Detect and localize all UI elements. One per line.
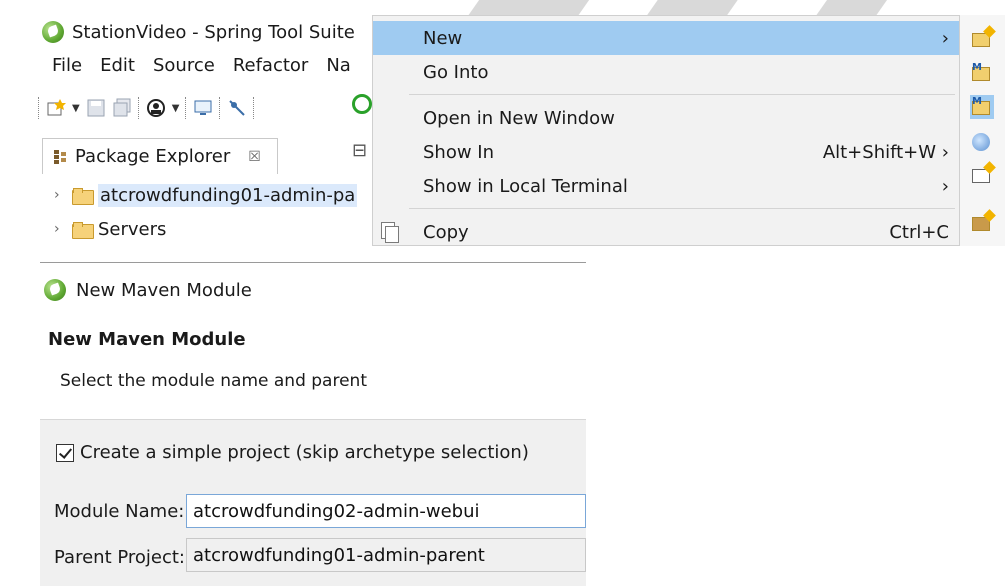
main-toolbar: ▼ ▼ (38, 92, 255, 124)
menu-item-shortcut: Ctrl+C (889, 221, 949, 243)
module-name-row: Module Name: (54, 494, 200, 528)
run-target-icon[interactable] (146, 98, 166, 118)
menu-item-label: Show In (423, 141, 495, 163)
package-explorer-icon (54, 149, 66, 164)
menu-item-label: Open in New Window (423, 107, 615, 129)
spring-logo-icon (42, 21, 64, 43)
parent-project-input[interactable] (186, 538, 586, 572)
toolbar-separator (219, 97, 221, 119)
web-project-icon[interactable] (970, 129, 994, 153)
window-title: StationVideo - Spring Tool Suite (72, 21, 355, 43)
dialog-body: Create a simple project (skip archetype … (40, 419, 586, 586)
folder-icon (72, 221, 94, 239)
new-wizard-icon[interactable] (46, 98, 66, 118)
close-tab-icon[interactable]: ☒ (248, 149, 261, 165)
ide-window: StationVideo - Spring Tool Suite File Ed… (0, 0, 372, 246)
parent-project-label: Parent Project: (54, 546, 185, 568)
menu-separator (409, 94, 955, 95)
submenu-arrow-icon: › (941, 141, 949, 163)
toolbar-separator (253, 97, 255, 119)
skip-breakpoints-icon[interactable] (227, 98, 247, 118)
menu-item-label: Copy (423, 221, 469, 243)
menu-item-label: Go Into (423, 61, 489, 83)
tree-item-servers[interactable]: › Servers (54, 212, 357, 246)
simple-project-label: Create a simple project (skip archetype … (80, 442, 529, 463)
tree-item-admin-parent[interactable]: › atcrowdfunding01-admin-pa (54, 178, 358, 212)
new-project-icon[interactable] (970, 25, 996, 51)
menu-item-label: New (423, 27, 463, 49)
new-package-icon[interactable] (970, 209, 996, 235)
menu-source[interactable]: Source (151, 53, 217, 78)
menu-item-show-in[interactable]: Show In Alt+Shift+W › (373, 135, 959, 169)
menu-separator (409, 208, 955, 209)
monitor-icon[interactable] (193, 98, 213, 118)
window-titlebar: StationVideo - Spring Tool Suite (42, 18, 355, 46)
save-all-icon[interactable] (112, 98, 132, 118)
chevron-right-icon[interactable]: › (54, 221, 66, 237)
menu-edit[interactable]: Edit (98, 53, 137, 78)
menu-item-show-in-local-terminal[interactable]: Show in Local Terminal › (373, 169, 959, 203)
dialog-titlebar: New Maven Module (44, 277, 252, 303)
menu-navigate[interactable]: Na (324, 53, 353, 78)
toolbar-separator (185, 97, 187, 119)
new-dropdown-icon[interactable]: ▼ (72, 103, 80, 114)
new-maven-module-dialog: New Maven Module New Maven Module Select… (40, 262, 586, 586)
dialog-heading: New Maven Module (48, 329, 246, 350)
menu-item-go-into[interactable]: Go Into (373, 55, 959, 89)
tree-item-label: atcrowdfunding01-admin-pa (98, 183, 358, 207)
simple-project-option[interactable]: Create a simple project (skip archetype … (56, 442, 529, 463)
copy-icon (381, 222, 399, 243)
toolbar-separator (137, 97, 140, 119)
shortcut-text: Alt+Shift+W (822, 141, 937, 163)
run-dropdown-icon[interactable]: ▼ (172, 103, 180, 114)
menu-refactor[interactable]: Refactor (231, 53, 311, 78)
submenu-arrow-icon: › (941, 175, 949, 197)
menu-bar: File Edit Source Refactor Na (50, 53, 353, 78)
menu-item-new[interactable]: New › (373, 21, 959, 55)
spring-logo-icon (44, 279, 66, 301)
dialog-description: Select the module name and parent (60, 371, 367, 391)
menu-file[interactable]: File (50, 53, 84, 78)
maven-module-icon[interactable]: M (970, 95, 994, 119)
collapse-all-icon[interactable]: ⊟ (352, 140, 367, 161)
boot-dashboard-icon[interactable] (352, 94, 372, 114)
dialog-window-title: New Maven Module (76, 279, 252, 301)
menu-item-open-in-new-window[interactable]: Open in New Window (373, 101, 959, 135)
module-name-label: Module Name: (54, 500, 185, 522)
submenu-icon-strip: M M (960, 15, 1005, 246)
tab-package-explorer[interactable]: Package Explorer ☒ (42, 138, 278, 174)
project-tree: › atcrowdfunding01-admin-pa › Servers (54, 178, 358, 246)
parent-project-row: Parent Project: (54, 540, 200, 574)
chevron-right-icon[interactable]: › (54, 187, 66, 203)
submenu-arrow-icon: › (941, 27, 949, 49)
maven-project-icon[interactable]: M (970, 61, 994, 85)
module-name-input[interactable] (186, 494, 586, 528)
simple-project-checkbox[interactable] (56, 443, 74, 462)
tree-item-label: Servers (98, 218, 167, 240)
new-file-icon[interactable] (970, 161, 996, 187)
menu-item-copy[interactable]: Copy Ctrl+C (373, 215, 959, 245)
save-icon[interactable] (86, 98, 106, 118)
maven-project-icon (72, 187, 94, 205)
menu-item-shortcut: Alt+Shift+W › (823, 142, 949, 163)
toolbar-separator (38, 97, 40, 119)
context-menu: New › Go Into Open in New Window Show In… (372, 15, 960, 246)
menu-item-label: Show in Local Terminal (423, 175, 628, 197)
tab-package-explorer-label: Package Explorer (75, 146, 231, 167)
